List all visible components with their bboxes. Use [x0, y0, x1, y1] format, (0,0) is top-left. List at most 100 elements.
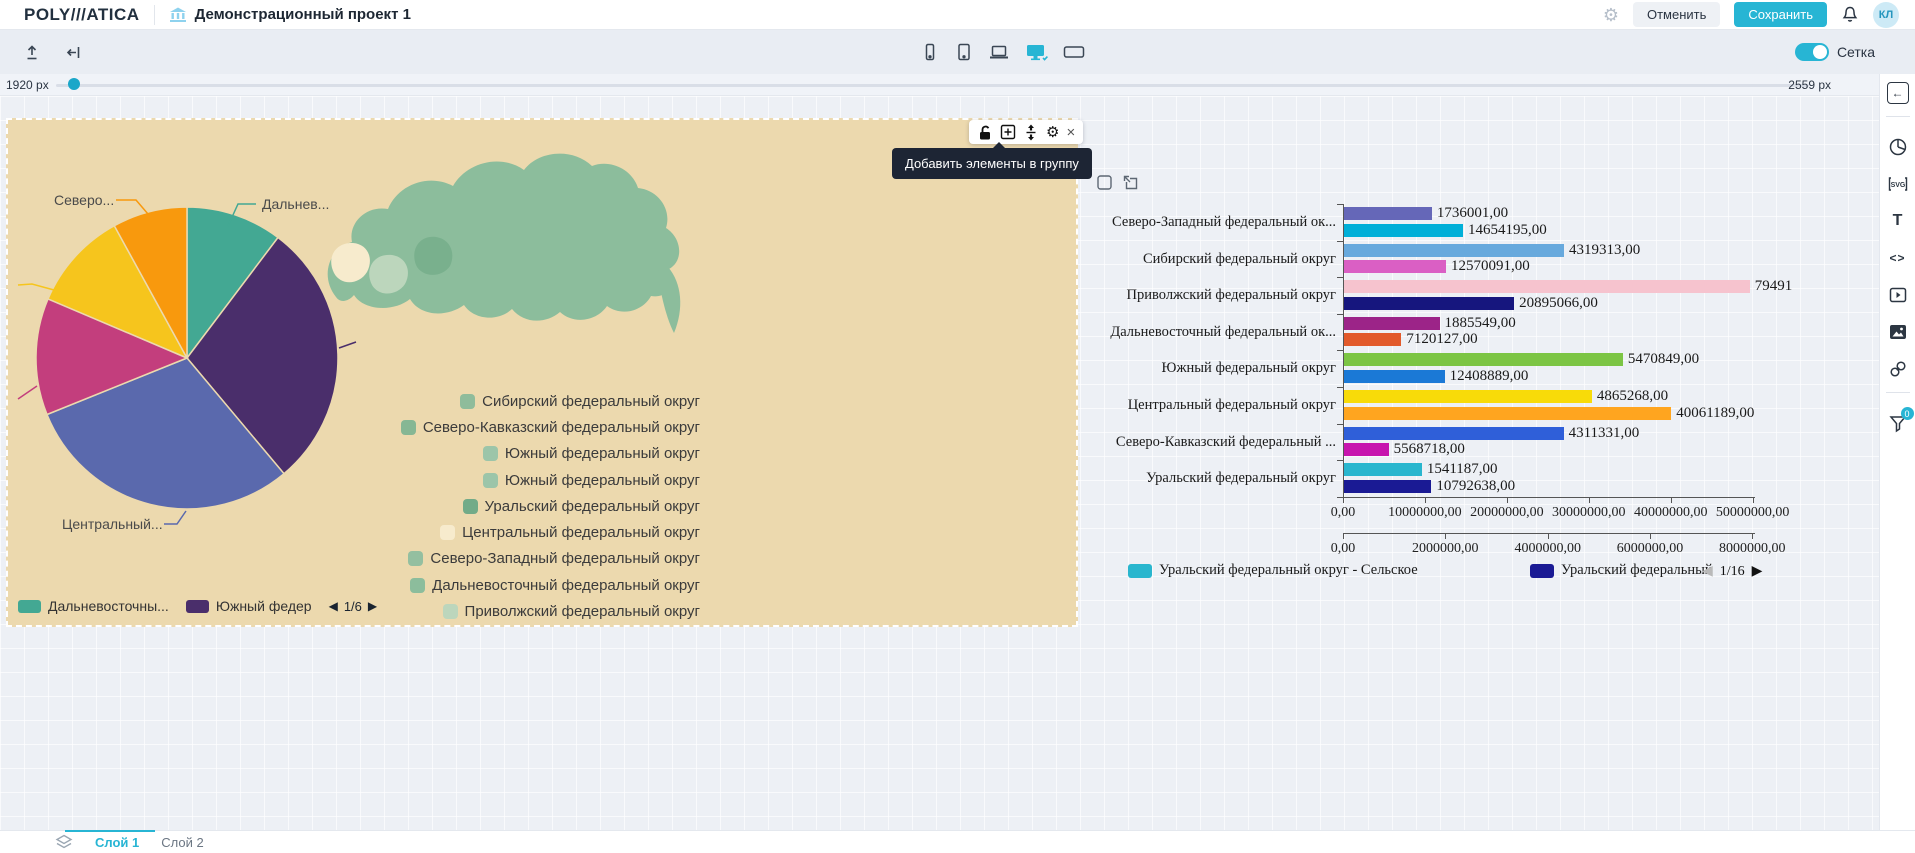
tab-layer-1[interactable]: Слой 1 [95, 835, 139, 850]
map-legend-label: Южный федеральный округ [505, 472, 700, 489]
group-settings-gear-icon[interactable]: ⚙ [1046, 125, 1059, 140]
x-axis-tick-label: 0,00 [1297, 505, 1389, 521]
bar-series2 [1343, 224, 1463, 237]
image-tool-icon[interactable] [1887, 321, 1909, 343]
map-legend: Сибирский федеральный округСеверо-Кавказ… [268, 388, 700, 625]
settings-gear-icon[interactable]: ⚙ [1603, 6, 1619, 24]
bar-category-label: Приволжский федеральный округ [1090, 277, 1336, 314]
x-axis-tick-label: 30000000,00 [1543, 505, 1635, 521]
grid-toggle[interactable] [1795, 43, 1829, 61]
bar-series2 [1343, 260, 1446, 273]
map-legend-swatch [483, 446, 498, 461]
device-widescreen-icon[interactable] [1062, 42, 1086, 62]
bar-value-label: 20895066,00 [1519, 297, 1598, 310]
pie-legend-swatch-1[interactable] [186, 600, 209, 613]
bar-series1 [1343, 317, 1440, 330]
bar-series1 [1343, 353, 1623, 366]
map-legend-item[interactable]: Южный федеральный округ [268, 441, 700, 467]
bar-category-label: Дальневосточный федеральный ок... [1090, 314, 1336, 351]
bar-value-label: 7949198,00 [1755, 280, 1792, 293]
device-desktop-icon-active[interactable] [1024, 42, 1048, 62]
pager-prev-icon[interactable]: ◀ [1702, 563, 1713, 580]
upload-icon[interactable] [22, 43, 42, 62]
svg-text:SVG: SVG [1890, 182, 1905, 189]
map-legend-item[interactable]: Уральский федеральный округ [268, 493, 700, 519]
save-button[interactable]: Сохранить [1734, 2, 1827, 27]
bar-category-label: Северо-Кавказский федеральный ... [1090, 424, 1336, 461]
bar-legend-swatch [1128, 564, 1152, 578]
pager-next-icon[interactable]: ▶ [1752, 563, 1763, 580]
text-tool-icon[interactable]: T [1887, 210, 1909, 232]
x-axis-tick-label: 6000000,00 [1604, 541, 1696, 557]
sidebar-divider [1886, 392, 1910, 393]
bar-category-label: Сибирский федеральный округ [1090, 241, 1336, 278]
bell-icon[interactable] [1841, 5, 1859, 24]
marquee-icon[interactable] [1096, 174, 1113, 191]
tab-layer-2[interactable]: Слой 2 [161, 835, 203, 850]
map-legend-item[interactable]: Дальневосточный федеральный округ [268, 572, 700, 598]
sidebar-divider [1886, 116, 1910, 117]
map-legend-swatch [440, 525, 455, 540]
bar-legend-label: Уральский федеральный округ - Сельское [1159, 562, 1418, 579]
map-legend-item[interactable]: Северо-Кавказский федеральный округ [268, 414, 700, 440]
bar-value-label: 7120127,00 [1406, 333, 1477, 346]
map-legend-label: Дальневосточный федеральный округ [432, 577, 700, 594]
collapse-panel-icon[interactable]: ← [1887, 82, 1909, 104]
svg-tool-icon[interactable]: SVG [1887, 173, 1909, 195]
app-logo: POLY///ATICA [24, 5, 140, 25]
layers-bar: Слой 1 Слой 2 [0, 830, 1915, 853]
avatar[interactable]: КЛ [1873, 2, 1899, 28]
device-tablet-icon[interactable] [954, 42, 974, 62]
widget-group[interactable]: Северо... Дальнев... Центральный... Даль… [6, 118, 1078, 627]
header-actions: ⚙ Отменить Сохранить КЛ [1603, 2, 1899, 28]
map-legend-item[interactable]: Северо-Западный федеральный округ [268, 546, 700, 572]
bar-series2 [1343, 297, 1514, 310]
cancel-button[interactable]: Отменить [1633, 2, 1720, 27]
pie-chart-tool-icon[interactable] [1887, 136, 1909, 158]
bar-value-label: 1885549,00 [1444, 317, 1515, 330]
bar-legend-item[interactable]: Уральский федеральный округ - Сельское [1128, 562, 1418, 579]
bar-series1 [1343, 390, 1592, 403]
dashboard-canvas[interactable]: Северо... Дальнев... Центральный... Даль… [0, 96, 1879, 830]
move-vertical-icon[interactable] [1023, 124, 1039, 141]
device-phone-icon[interactable] [920, 42, 940, 62]
canvas-width-slider-row: 1920 px 2559 px [0, 74, 1879, 96]
bar-chart-widget[interactable]: Северо-Западный федеральный ок...1736001… [1090, 200, 1792, 598]
pie-legend-label-0[interactable]: Дальневосточны... [48, 598, 169, 614]
unlock-icon[interactable] [977, 124, 993, 141]
bar-series2 [1343, 480, 1431, 493]
add-to-group-icon[interactable] [1000, 124, 1016, 140]
layers-icon [55, 834, 73, 850]
bar-legend-pager: ◀1/16▶ [1702, 563, 1762, 580]
group-toolbar: ⚙ × [969, 120, 1083, 144]
map-legend-item[interactable]: Приволжский федеральный округ [268, 598, 700, 624]
bar-value-label: 40061189,00 [1676, 407, 1754, 420]
group-close-icon[interactable]: × [1066, 125, 1075, 140]
link-tool-icon[interactable] [1887, 358, 1909, 380]
map-legend-swatch [463, 499, 478, 514]
video-tool-icon[interactable] [1887, 284, 1909, 306]
x-axis-tick-label: 2000000,00 [1399, 541, 1491, 557]
pie-callout-central: Центральный... [62, 516, 163, 532]
bar-series1 [1343, 463, 1422, 476]
tooltip-text: Добавить элементы в группу [905, 156, 1079, 171]
move-out-icon[interactable] [1122, 174, 1139, 191]
device-laptop-icon[interactable] [988, 42, 1010, 62]
filter-tool-icon[interactable]: 0 [1887, 412, 1909, 434]
russia-map[interactable] [308, 145, 728, 375]
map-legend-item[interactable]: Южный федеральный округ [268, 467, 700, 493]
map-legend-item[interactable]: Сибирский федеральный округ [268, 388, 700, 414]
indent-left-icon[interactable] [64, 43, 84, 62]
width-slider-track[interactable] [56, 84, 1809, 87]
code-tool-icon[interactable]: <> [1887, 247, 1909, 269]
pie-legend-swatch-0[interactable] [18, 600, 41, 613]
bar-value-label: 4319313,00 [1569, 244, 1640, 257]
map-legend-label: Северо-Западный федеральный округ [430, 550, 700, 567]
width-slider-thumb[interactable] [68, 78, 80, 90]
bar-series2 [1343, 407, 1671, 420]
map-legend-label: Уральский федеральный округ [485, 498, 700, 515]
bar-legend-item[interactable]: Уральский федеральный [1530, 562, 1713, 579]
x-axis-bottom-scale [1343, 533, 1755, 534]
width-max-label: 2559 px [1788, 78, 1831, 92]
map-legend-item[interactable]: Центральный федеральный округ [268, 519, 700, 545]
